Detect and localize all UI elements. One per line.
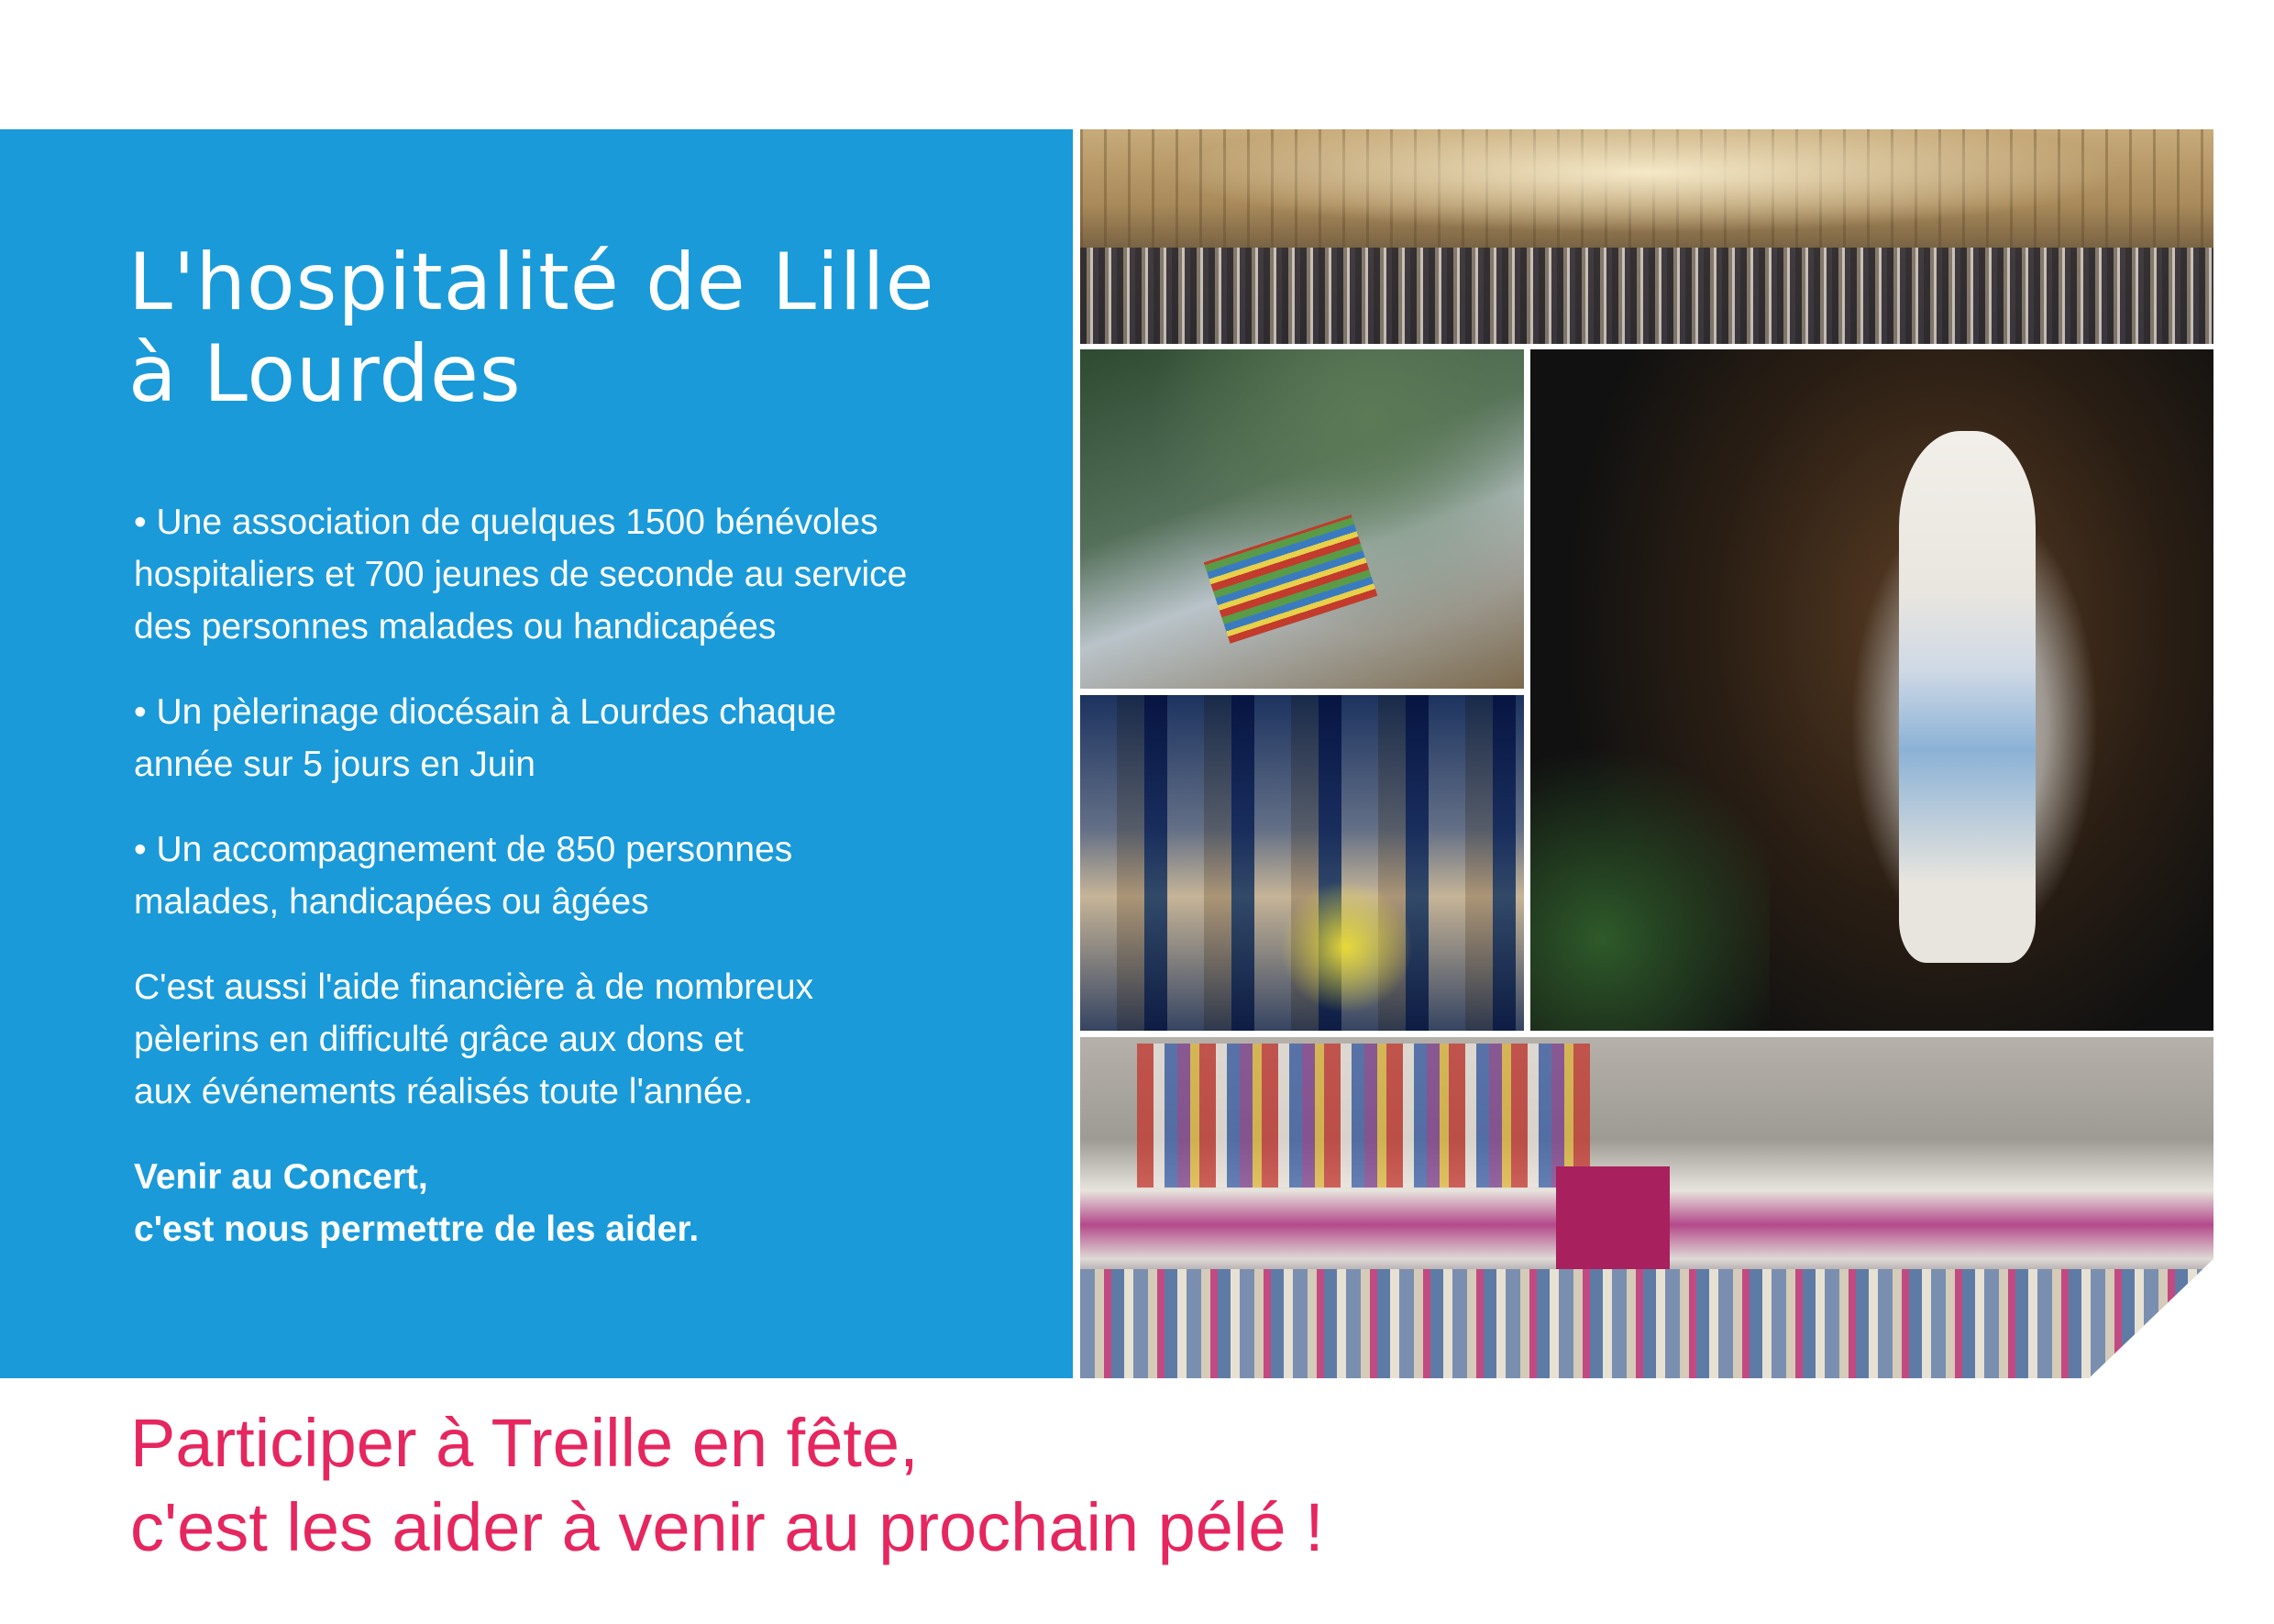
photo-foliage-detail xyxy=(1530,724,1770,1031)
bullet-line: • Un accompagnement de 850 personnes xyxy=(134,830,793,869)
photo-crowd-detail xyxy=(1080,247,2213,344)
tagline: Participer à Treille en fête, c'est les … xyxy=(130,1401,1324,1570)
bullet-line: année sur 5 jours en Juin xyxy=(134,745,535,784)
bullet-line: • Un pèlerinage diocésain à Lourdes chaq… xyxy=(134,692,837,732)
photo-blanket-detail xyxy=(1204,514,1378,643)
bullet-line: des personnes malades ou handicapées xyxy=(134,607,777,646)
aid-line: pèlerins en difficulté grâce aux dons et xyxy=(134,1020,744,1059)
financial-aid-text: C'est aussi l'aide financière à de nombr… xyxy=(134,961,1051,1118)
photo-basilica-interior xyxy=(1080,129,2213,344)
photo-youth-celebrating xyxy=(1080,695,1524,1031)
bullet-pilgrimage: • Un pèlerinage diocésain à Lourdes chaq… xyxy=(134,686,1051,790)
title-line-1: L'hospitalité de Lille xyxy=(128,237,935,328)
aid-line: aux événements réalisés toute l'année. xyxy=(134,1072,754,1111)
bullet-line: hospitaliers et 700 jeunes de seconde au… xyxy=(134,555,908,594)
photo-flags-detail xyxy=(1136,1044,1591,1188)
bullet-line: malades, handicapées ou âgées xyxy=(134,882,649,922)
bullet-line: • Une association de quelques 1500 bénév… xyxy=(134,503,878,542)
photo-grotto-statue xyxy=(1530,349,2213,1031)
title-line-2: à Lourdes xyxy=(128,328,522,420)
bullet-accompaniment: • Un accompagnement de 850 personnes mal… xyxy=(134,823,1051,928)
photo-statue-detail xyxy=(1899,431,2037,963)
tagline-line-2: c'est les aider à venir au prochain pélé… xyxy=(130,1489,1324,1565)
concert-line: Venir au Concert, xyxy=(134,1157,428,1197)
bullet-volunteers: • Une association de quelques 1500 bénév… xyxy=(134,496,1051,653)
concert-line: c'est nous permettre de les aider. xyxy=(134,1210,700,1249)
concert-note: Venir au Concert, c'est nous permettre d… xyxy=(134,1151,1051,1255)
tagline-line-1: Participer à Treille en fête, xyxy=(130,1405,919,1481)
info-content: • Une association de quelques 1500 bénév… xyxy=(134,496,1051,1288)
photo-celebrant-detail xyxy=(1556,1166,1670,1269)
photo-volunteers-wheelchair xyxy=(1080,349,1524,689)
aid-line: C'est aussi l'aide financière à de nombr… xyxy=(134,967,814,1007)
photo-outdoor-mass xyxy=(1080,1037,2213,1378)
page-title: L'hospitalité de Lille à Lourdes xyxy=(128,237,934,420)
photo-crowd-detail xyxy=(1080,1268,2213,1378)
